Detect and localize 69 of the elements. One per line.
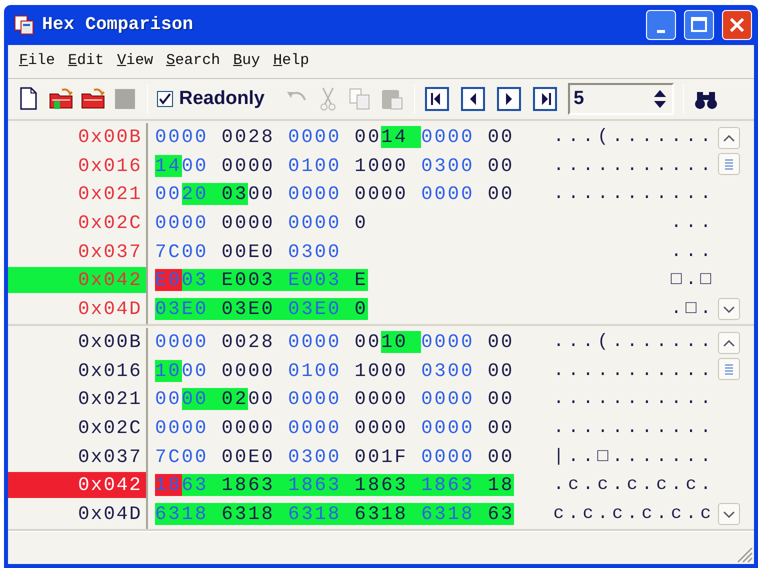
offset-label: 0x042 bbox=[8, 267, 146, 294]
check-icon bbox=[158, 92, 172, 106]
ascii-text: ...(....... bbox=[552, 126, 715, 150]
scrollbar-thumb[interactable] bbox=[718, 153, 740, 175]
menu-item[interactable]: Help bbox=[268, 48, 318, 75]
scroll-up-button[interactable] bbox=[718, 127, 740, 149]
chevron-up-icon bbox=[721, 132, 737, 144]
first-icon[interactable] bbox=[424, 87, 449, 111]
ascii-text: ........... bbox=[552, 183, 715, 206]
hex-line[interactable]: 0000 0028 0000 00 14 0000 00 bbox=[155, 124, 514, 150]
hex-line[interactable]: 7C00 00E0 0300 bbox=[155, 238, 342, 265]
folder-icon[interactable] bbox=[48, 86, 74, 112]
close-button[interactable] bbox=[722, 10, 752, 40]
ascii-text: ........... bbox=[552, 388, 715, 412]
hex-line[interactable]: 10 00 0000 0100 1000 0300 00 bbox=[155, 358, 514, 384]
hex-line[interactable]: 1400 0000 0100 1000 0300 00 bbox=[155, 152, 514, 179]
ascii-text: ... bbox=[670, 212, 715, 236]
offset-label: 0x04D bbox=[76, 502, 143, 527]
ascii-text: ........... bbox=[552, 360, 715, 383]
next-icon[interactable] bbox=[496, 87, 521, 111]
minimize-button[interactable] bbox=[646, 10, 676, 40]
offset-label: 0x00B bbox=[76, 125, 143, 150]
hex-line[interactable]: 0000 0000 0000 0000 0000 00 bbox=[155, 415, 514, 442]
last-icon[interactable] bbox=[532, 87, 557, 111]
scroll-up-button[interactable] bbox=[718, 332, 740, 354]
chevron-up-icon bbox=[721, 337, 737, 349]
maximize-icon bbox=[690, 16, 708, 34]
minimize-icon bbox=[657, 30, 665, 32]
spin-field[interactable]: 5 bbox=[568, 83, 674, 115]
offset-label: 0x037 bbox=[76, 240, 143, 265]
ascii-text: .c.c.c.c.c. bbox=[552, 474, 715, 498]
menu-item[interactable]: View bbox=[112, 48, 162, 75]
hex-line[interactable]: 00 20 03 00 0000 0000 0000 00 bbox=[155, 181, 514, 208]
scroll-down-button[interactable] bbox=[718, 298, 740, 320]
ascii-text: .□. bbox=[670, 298, 715, 321]
previous-icon[interactable] bbox=[460, 87, 485, 111]
offset-label: 0x00B bbox=[76, 330, 143, 356]
offset-label: 0x037 bbox=[76, 444, 143, 470]
spin-arrows-icon[interactable] bbox=[652, 88, 668, 110]
ascii-text: c.c.c.c.c.c bbox=[552, 502, 715, 526]
offset-label: 0x02C bbox=[76, 416, 143, 442]
hex-line[interactable]: 00 00 02 00 0000 0000 0000 00 bbox=[155, 386, 514, 412]
ascii-text: |..□....... bbox=[552, 446, 715, 469]
app-icon bbox=[14, 15, 34, 35]
offset-label: 0x02C bbox=[76, 211, 143, 236]
ascii-text: ... bbox=[670, 240, 715, 264]
hex-line[interactable]: 0000 0028 0000 00 10 0000 00 bbox=[155, 329, 514, 356]
window-title: Hex Comparison bbox=[42, 14, 194, 36]
offset-label: 0x016 bbox=[76, 154, 143, 179]
scrollbar-thumb[interactable] bbox=[718, 358, 740, 380]
readonly-checkbox[interactable]: Readonly bbox=[157, 84, 265, 114]
ascii-text: ........... bbox=[552, 417, 715, 440]
menu-item[interactable]: Edit bbox=[63, 48, 112, 75]
ascii-text: □.□ bbox=[670, 269, 715, 292]
offset-label: 0x016 bbox=[76, 358, 143, 384]
ascii-text: ........... bbox=[552, 154, 715, 178]
offset-label: 0x04D bbox=[76, 296, 143, 322]
menu-item[interactable]: Buy bbox=[228, 48, 268, 75]
ascii-text: ...(....... bbox=[552, 331, 715, 354]
maximize-button[interactable] bbox=[684, 10, 714, 40]
offset-label: 0x021 bbox=[76, 182, 143, 208]
menu-item[interactable]: Search bbox=[161, 48, 228, 75]
hex-line[interactable]: 0000 0000 0000 0 bbox=[155, 210, 368, 236]
hex-line[interactable]: 7C00 00E0 0300 001F 0000 00 bbox=[155, 444, 514, 470]
menu-item[interactable]: File bbox=[14, 48, 64, 75]
offset-label: 0x021 bbox=[76, 387, 143, 412]
scroll-down-button[interactable] bbox=[718, 503, 740, 525]
offset-label: 0x042 bbox=[8, 472, 146, 498]
close-icon bbox=[728, 16, 746, 34]
